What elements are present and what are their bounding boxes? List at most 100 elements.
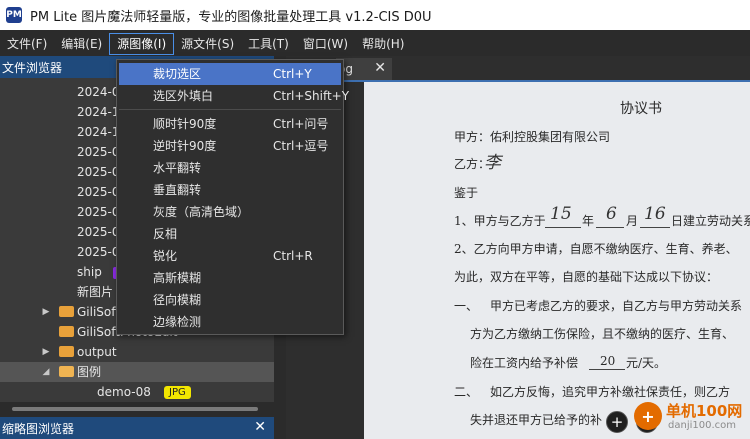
tree-item-label: output bbox=[77, 345, 117, 359]
doc-signature: 李 bbox=[484, 153, 501, 173]
menu-tools[interactable]: 工具(T) bbox=[241, 33, 296, 55]
document-tab[interactable]: og ✕ bbox=[336, 58, 392, 80]
menu-separator bbox=[119, 109, 341, 110]
menu-bar: 文件(F) 编辑(E) 源图像(I) 源文件(S) 工具(T) 窗口(W) 帮助… bbox=[0, 32, 750, 56]
file-browser-title: 文件浏览器 bbox=[2, 60, 63, 75]
thumbnail-browser-close-icon[interactable]: ✕ bbox=[254, 419, 266, 435]
tab-close-icon[interactable]: ✕ bbox=[374, 60, 386, 76]
menu-item-invert[interactable]: 反相 bbox=[119, 223, 341, 245]
doc-line1-year: 15 bbox=[550, 204, 572, 224]
menu-source-image[interactable]: 源图像(I) bbox=[109, 33, 175, 55]
underline bbox=[596, 227, 624, 228]
menu-item-radial-blur[interactable]: 径向模糊 bbox=[119, 289, 341, 311]
tree-item-label: 2024-0 bbox=[77, 85, 120, 99]
tree-file-demo-08[interactable]: demo-08 JPG bbox=[0, 382, 274, 402]
menu-window[interactable]: 窗口(W) bbox=[296, 33, 355, 55]
doc-line1-b: 年 bbox=[582, 214, 595, 228]
menu-item-shortcut: Ctrl+Y bbox=[273, 67, 312, 81]
tree-item-label: 图例 bbox=[77, 365, 102, 379]
folder-open-icon bbox=[59, 366, 74, 377]
watermark: + 单机100网 danji100.com bbox=[634, 398, 750, 439]
menu-source-file[interactable]: 源文件(S) bbox=[174, 33, 241, 55]
expand-arrow-icon[interactable]: ▶ bbox=[41, 302, 51, 322]
collapse-arrow-icon[interactable]: ◢ bbox=[41, 362, 51, 382]
tree-item-label: 2025-0 bbox=[77, 245, 120, 259]
menu-file[interactable]: 文件(F) bbox=[0, 33, 54, 55]
menu-item-label: 顺时针90度 bbox=[153, 117, 217, 131]
menu-item-crop-selection[interactable]: 裁切选区 Ctrl+Y bbox=[119, 63, 341, 85]
tree-horizontal-scrollbar[interactable] bbox=[0, 402, 274, 416]
folder-icon bbox=[59, 346, 74, 357]
doc-title: 协议书 bbox=[620, 101, 662, 117]
doc-clause1-b: 方为乙方缴纳工伤保险，且不缴纳的医疗、生育、 bbox=[470, 327, 735, 341]
watermark-text: 单机100网 bbox=[666, 402, 743, 420]
document-image: 协议书 甲方：佑利控股集团有限公司 乙方： 李 鉴于 1、甲方与乙方于 15 年… bbox=[364, 82, 750, 439]
tree-item-label: 2024-1 bbox=[77, 105, 120, 119]
doc-clause1-num: 一、 bbox=[454, 299, 479, 313]
menu-item-label: 水平翻转 bbox=[153, 161, 202, 175]
watermark-logo-icon: + bbox=[634, 402, 662, 430]
tree-item-label: 2025-0 bbox=[77, 185, 120, 199]
menu-item-shortcut: Ctrl+逗号 bbox=[273, 139, 329, 153]
doc-line3: 为此，双方在平等，自愿的基础下达成以下协议： bbox=[454, 270, 719, 284]
menu-item-rotate-ccw[interactable]: 逆时针90度 Ctrl+逗号 bbox=[119, 135, 341, 157]
menu-item-gaussian-blur[interactable]: 高斯模糊 bbox=[119, 267, 341, 289]
menu-help[interactable]: 帮助(H) bbox=[355, 33, 411, 55]
menu-item-flip-horizontal[interactable]: 水平翻转 bbox=[119, 157, 341, 179]
underline bbox=[545, 227, 581, 228]
menu-item-shortcut: Ctrl+问号 bbox=[273, 117, 329, 131]
folder-icon bbox=[59, 326, 74, 337]
doc-clause2-b: 失并退还甲方已给予的补 bbox=[470, 413, 603, 427]
doc-line2: 2、乙方向甲方申请，自愿不缴纳医疗、生育、养老、 bbox=[454, 242, 738, 256]
tree-item-label: GiliSoft bbox=[77, 305, 120, 319]
menu-item-edge-detect[interactable]: 边缘检测 bbox=[119, 311, 341, 333]
menu-edit[interactable]: 编辑(E) bbox=[54, 33, 109, 55]
thumbnail-browser-title: 缩略图浏览器 bbox=[2, 421, 75, 436]
menu-item-label: 选区外填白 bbox=[153, 89, 214, 103]
tree-folder-examples[interactable]: ◢ 图例 bbox=[0, 362, 274, 382]
expand-arrow-icon[interactable]: ▶ bbox=[41, 342, 51, 362]
thumbnail-browser-header: 缩略图浏览器 ✕ bbox=[0, 417, 274, 439]
scrollbar-thumb[interactable] bbox=[12, 407, 258, 411]
menu-item-sharpen[interactable]: 锐化 Ctrl+R bbox=[119, 245, 341, 267]
title-bar: PM PM Lite 图片魔法师轻量版，专业的图像批量处理工具 v1.2-CIS… bbox=[0, 0, 750, 30]
doc-party-a: 甲方：佑利控股集团有限公司 bbox=[454, 130, 611, 144]
tree-item-label: ship bbox=[77, 265, 102, 279]
menu-item-label: 边缘检测 bbox=[153, 315, 202, 329]
doc-clause1-c-pre: 险在工资内给予补偿 bbox=[470, 356, 579, 370]
app-logo-icon: PM bbox=[6, 7, 22, 23]
menu-item-label: 锐化 bbox=[153, 249, 178, 263]
menu-item-label: 逆时针90度 bbox=[153, 139, 217, 153]
doc-line1-a: 1、甲方与乙方于 bbox=[454, 214, 546, 228]
folder-icon bbox=[59, 306, 74, 317]
doc-clause1-c-amt: 20 bbox=[600, 354, 616, 368]
menu-item-rotate-cw[interactable]: 顺时针90度 Ctrl+问号 bbox=[119, 113, 341, 135]
underline bbox=[640, 227, 670, 228]
tree-item-label: demo-08 bbox=[97, 385, 151, 399]
tree-item-label: 新图片 bbox=[77, 285, 114, 299]
menu-item-shortcut: Ctrl+Shift+Y bbox=[273, 89, 350, 103]
document-area: og ✕ 协议书 甲方：佑利控股集团有限公司 乙方： 李 鉴于 1、甲方与乙方于… bbox=[286, 56, 750, 439]
tree-item-label: 2025-0 bbox=[77, 145, 120, 159]
menu-item-label: 高斯模糊 bbox=[153, 271, 202, 285]
window-title: PM Lite 图片魔法师轻量版，专业的图像批量处理工具 v1.2-CIS D0… bbox=[30, 9, 432, 25]
doc-witness: 鉴于 bbox=[454, 186, 479, 200]
file-type-badge: JPG bbox=[164, 386, 191, 399]
doc-line1-c: 月 bbox=[626, 214, 639, 228]
underline bbox=[589, 369, 625, 370]
zoom-in-icon[interactable]: + bbox=[606, 411, 628, 433]
doc-clause1-c-post: 元/天。 bbox=[626, 356, 667, 370]
menu-item-grayscale[interactable]: 灰度（高清色域） bbox=[119, 201, 341, 223]
menu-item-flip-vertical[interactable]: 垂直翻转 bbox=[119, 179, 341, 201]
menu-item-label: 反相 bbox=[153, 227, 178, 241]
menu-item-fill-outside-white[interactable]: 选区外填白 Ctrl+Shift+Y bbox=[119, 85, 349, 107]
watermark-url: danji100.com bbox=[668, 420, 736, 431]
doc-line1-month: 6 bbox=[606, 204, 617, 224]
tree-folder-output[interactable]: ▶ output bbox=[0, 342, 274, 362]
tree-item-label: 2025-0 bbox=[77, 165, 120, 179]
menu-item-label: 垂直翻转 bbox=[153, 183, 202, 197]
tree-item-label: 2025-0 bbox=[77, 205, 120, 219]
doc-clause2-num: 二、 bbox=[454, 385, 479, 399]
menu-item-shortcut: Ctrl+R bbox=[273, 249, 313, 263]
tree-item-label: 2025-0 bbox=[77, 225, 120, 239]
